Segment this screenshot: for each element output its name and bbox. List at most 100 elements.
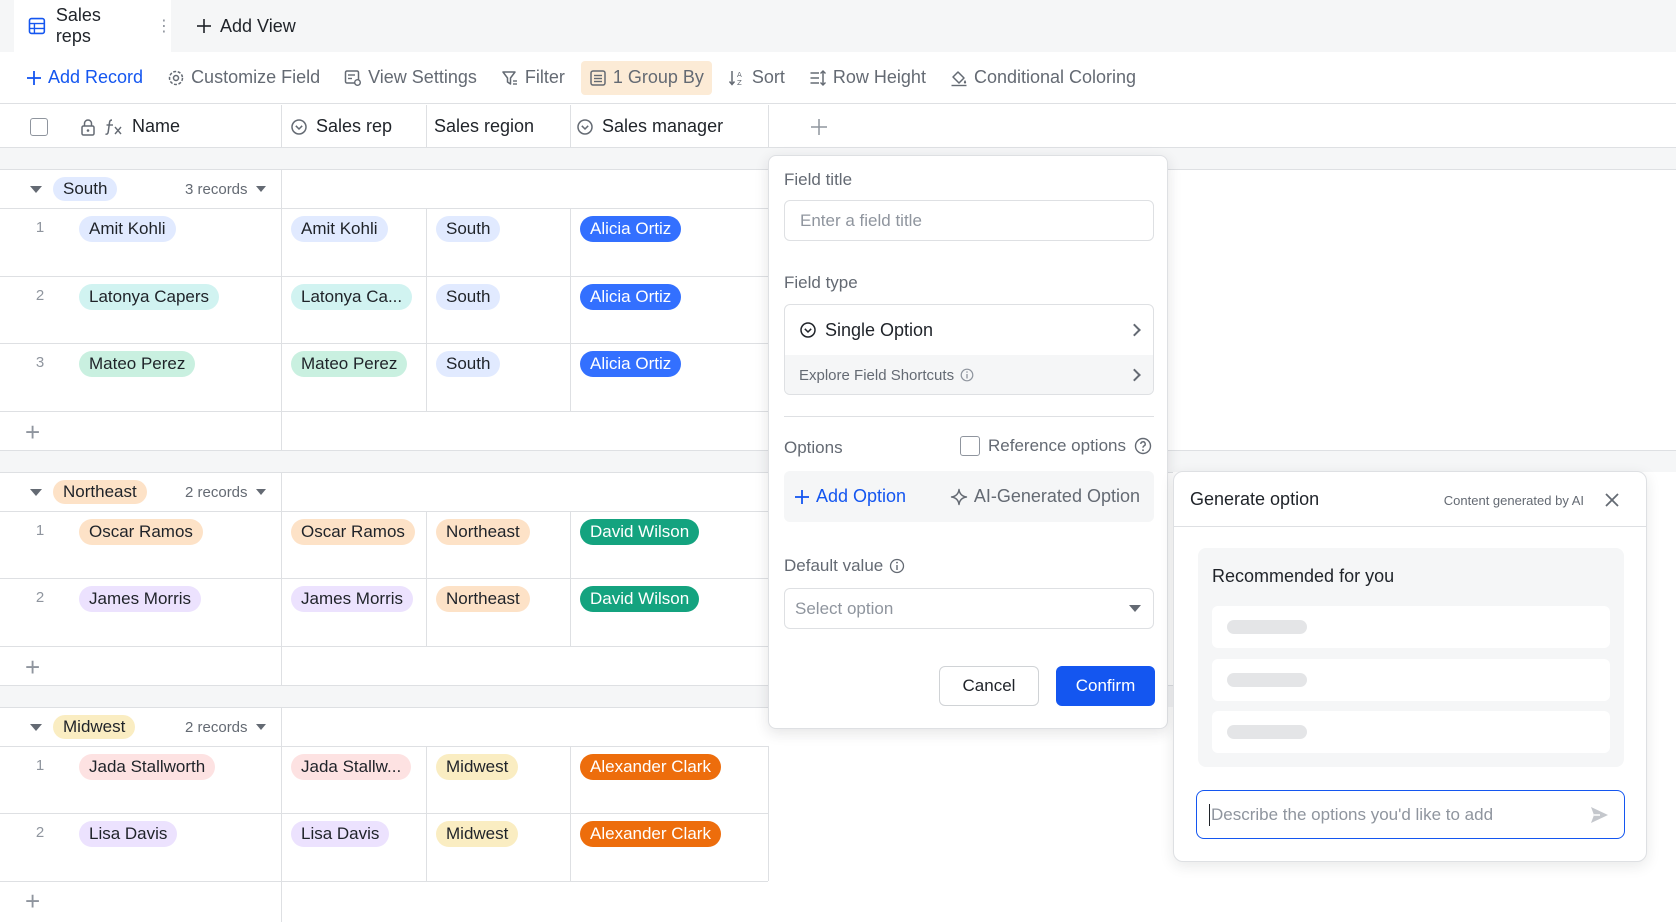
sales-manager-cell[interactable]: David Wilson (580, 519, 700, 545)
row-height-button[interactable]: Row Height (809, 61, 926, 95)
row-number: 1 (35, 757, 45, 774)
column-header-name[interactable]: Name (70, 105, 180, 148)
explore-field-shortcuts[interactable]: Explore Field Shortcuts (785, 355, 1153, 394)
caret-down-icon (1129, 605, 1141, 612)
customize-field-label: Customize Field (191, 67, 321, 87)
sales-manager-cell[interactable]: Alicia Ortiz (580, 284, 682, 310)
add-row-button[interactable]: + (25, 417, 40, 448)
view-settings-button[interactable]: View Settings (344, 61, 477, 95)
column-header-sales-rep[interactable]: Sales rep (280, 105, 392, 148)
name-cell[interactable]: Mateo Perez (79, 351, 196, 377)
sales-manager-cell[interactable]: Alexander Clark (580, 754, 721, 780)
row-divider (0, 813, 768, 814)
sales-region-cell[interactable]: Northeast (436, 519, 530, 545)
recommendation-loading-item (1212, 606, 1610, 648)
column-divider (426, 208, 427, 411)
add-record-button[interactable]: Add Record (26, 61, 143, 95)
field-title-input[interactable]: Enter a field title (784, 200, 1154, 241)
sales-rep-cell[interactable]: Amit Kohli (291, 216, 388, 242)
sales-region-cell[interactable]: South (436, 216, 501, 242)
sales-manager-cell[interactable]: Alexander Clark (580, 821, 721, 847)
name-cell[interactable]: James Morris (79, 586, 202, 612)
column-divider (768, 105, 769, 148)
sales-region-cell[interactable]: Midwest (436, 821, 519, 847)
customize-field-button[interactable]: Customize Field (167, 61, 320, 95)
row-divider (0, 208, 768, 209)
row-divider (0, 276, 768, 277)
tab-sales-reps[interactable]: Sales reps ⋮ (14, 0, 172, 52)
sales-rep-cell[interactable]: Lisa Davis (291, 821, 390, 847)
column-divider (570, 511, 571, 646)
caret-down-icon (255, 724, 266, 730)
field-type-dropdown[interactable]: Single Option (785, 305, 1153, 355)
reference-options-label: Reference options (988, 436, 1126, 455)
name-cell[interactable]: Oscar Ramos (79, 519, 203, 545)
name-cell[interactable]: Jada Stallworth (79, 754, 216, 780)
more-vertical-icon[interactable]: ⋮ (156, 16, 172, 36)
sales-region-cell[interactable]: Northeast (436, 586, 530, 612)
ai-generated-option-button[interactable]: AI-Generated Option (950, 486, 1140, 507)
sales-rep-cell[interactable]: Oscar Ramos (291, 519, 415, 545)
close-icon[interactable] (1602, 490, 1622, 510)
name-cell[interactable]: Latonya Capers (79, 284, 220, 310)
filter-button[interactable]: Filter (501, 61, 565, 95)
group-record-count[interactable]: 3 records (185, 181, 266, 198)
confirm-button[interactable]: Confirm (1056, 666, 1155, 706)
group-record-count[interactable]: 2 records (185, 484, 266, 501)
group-by-button[interactable]: 1 Group By (580, 60, 712, 95)
collapse-caret-icon[interactable] (30, 185, 42, 193)
send-icon[interactable] (1588, 804, 1610, 826)
column-header-sales-region[interactable]: Sales region (424, 105, 534, 148)
add-row-button[interactable]: + (25, 886, 40, 917)
sort-button[interactable]: A Z Sort (728, 61, 785, 95)
name-cell[interactable]: Lisa Davis (79, 821, 178, 847)
row-number: 2 (35, 589, 45, 606)
view-settings-label: View Settings (368, 67, 477, 87)
sales-rep-cell[interactable]: Mateo Perez (291, 351, 408, 377)
sales-rep-cell[interactable]: James Morris (291, 586, 414, 612)
add-view-button[interactable]: Add View (196, 0, 296, 52)
sales-region-cell[interactable]: Midwest (436, 754, 519, 780)
group-tag: South (53, 177, 118, 201)
generate-option-title: Generate option (1190, 489, 1320, 509)
add-column-button[interactable] (800, 105, 828, 148)
cancel-button[interactable]: Cancel (939, 666, 1039, 706)
add-option-button[interactable]: Add Option (794, 486, 906, 507)
reference-options-checkbox[interactable] (960, 436, 981, 456)
sales-region-cell[interactable]: South (436, 284, 501, 310)
view-settings-icon (344, 69, 362, 86)
help-icon[interactable] (1134, 437, 1152, 455)
conditional-coloring-button[interactable]: Conditional Coloring (950, 61, 1136, 95)
panel-divider (1174, 526, 1646, 527)
group-header-midwest[interactable]: Midwest 2 records (0, 707, 768, 747)
sales-rep-cell[interactable]: Jada Stallw... (291, 754, 412, 780)
describe-options-input[interactable]: Describe the options you'd like to add (1196, 790, 1625, 839)
collapse-caret-icon[interactable] (30, 723, 42, 731)
group-record-count[interactable]: 2 records (185, 719, 266, 736)
reference-options-toggle[interactable]: Reference options (960, 436, 1152, 456)
add-row-button[interactable]: + (25, 652, 40, 683)
row-number: 1 (35, 522, 45, 539)
row-number: 3 (35, 354, 45, 371)
info-icon (890, 558, 905, 574)
group-tag: Northeast (53, 480, 147, 504)
add-view-label: Add View (220, 15, 296, 36)
sales-manager-cell[interactable]: Alicia Ortiz (580, 216, 682, 242)
group-by-label: 1 Group By (612, 67, 704, 87)
lock-icon (81, 118, 95, 136)
sales-region-cell[interactable]: South (436, 351, 501, 377)
default-value-select[interactable]: Select option (784, 588, 1154, 629)
group-tag: Midwest (53, 715, 136, 739)
select-all-checkbox-cell[interactable] (20, 105, 48, 148)
collapse-caret-icon[interactable] (30, 488, 42, 496)
sales-rep-cell[interactable]: Latonya Ca... (291, 284, 413, 310)
sales-manager-cell[interactable]: Alicia Ortiz (580, 351, 682, 377)
select-all-checkbox[interactable] (30, 117, 48, 136)
column-sales-region-label: Sales region (434, 116, 535, 136)
group-header-south[interactable]: South 3 records (0, 169, 768, 209)
sales-manager-cell[interactable]: David Wilson (580, 586, 700, 612)
row-height-label: Row Height (832, 67, 926, 87)
name-cell[interactable]: Amit Kohli (79, 216, 176, 242)
column-header-sales-manager[interactable]: Sales manager (566, 105, 723, 148)
group-header-northeast[interactable]: Northeast 2 records (0, 472, 768, 512)
